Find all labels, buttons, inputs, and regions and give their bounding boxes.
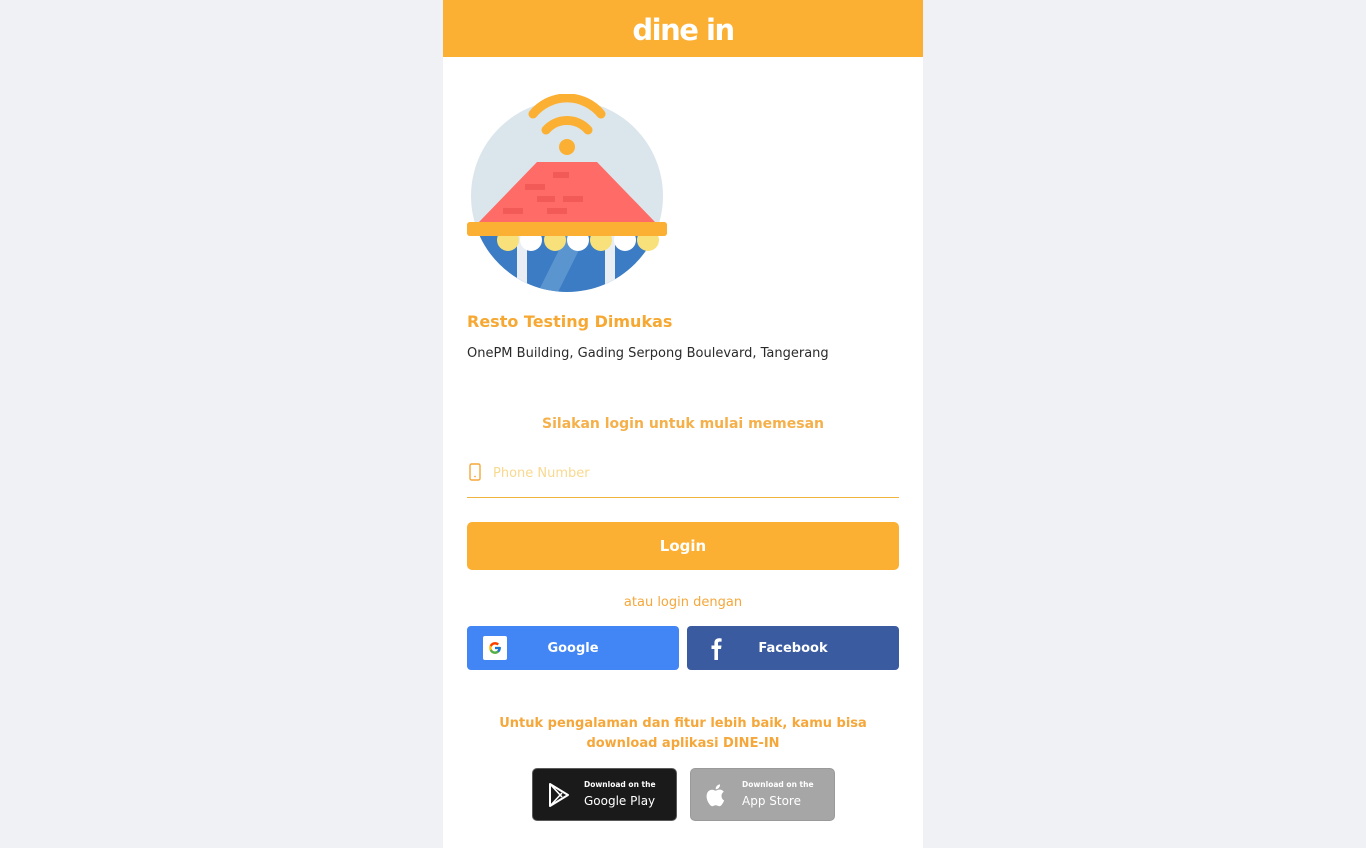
smartphone-icon [469, 463, 481, 481]
restaurant-name: Resto Testing Dimukas [467, 312, 673, 331]
app-store-small-text: Download on the [742, 780, 814, 789]
alternative-login-text: atau login dengan [623, 595, 743, 610]
facebook-login-button[interactable]: Facebook [687, 626, 899, 670]
google-button-label: Google [547, 640, 599, 656]
login-button-label: Login [659, 537, 707, 555]
app-store-button[interactable]: Download on the App Store [690, 768, 835, 821]
apple-icon [706, 784, 725, 807]
top-bar: dine in [443, 0, 923, 57]
phone-field [467, 456, 899, 498]
dine-in-logo: dine in [632, 12, 735, 47]
google-login-button[interactable]: Google [467, 626, 679, 670]
download-app-text: Untuk pengalaman dan fitur lebih baik, k… [499, 716, 867, 751]
login-button[interactable]: Login [467, 522, 899, 570]
logo-text: dine in [632, 12, 735, 47]
login-prompt: Silakan login untuk mulai memesan [542, 416, 824, 432]
restaurant-illustration [467, 94, 667, 292]
app-store-big-text: App Store [742, 794, 801, 808]
facebook-button-label: Facebook [758, 640, 828, 656]
google-play-big-text: Google Play [584, 794, 656, 808]
google-play-button[interactable]: Download on the Google Play [532, 768, 677, 821]
restaurant-address: OnePM Building, Gading Serpong Boulevard… [467, 346, 829, 361]
google-play-small-text: Download on the [584, 780, 656, 789]
google-play-icon [549, 783, 569, 807]
app-container: dine in Resto Testing Dimukas OnePM Buil… [443, 0, 923, 848]
phone-number-input[interactable] [493, 460, 893, 486]
